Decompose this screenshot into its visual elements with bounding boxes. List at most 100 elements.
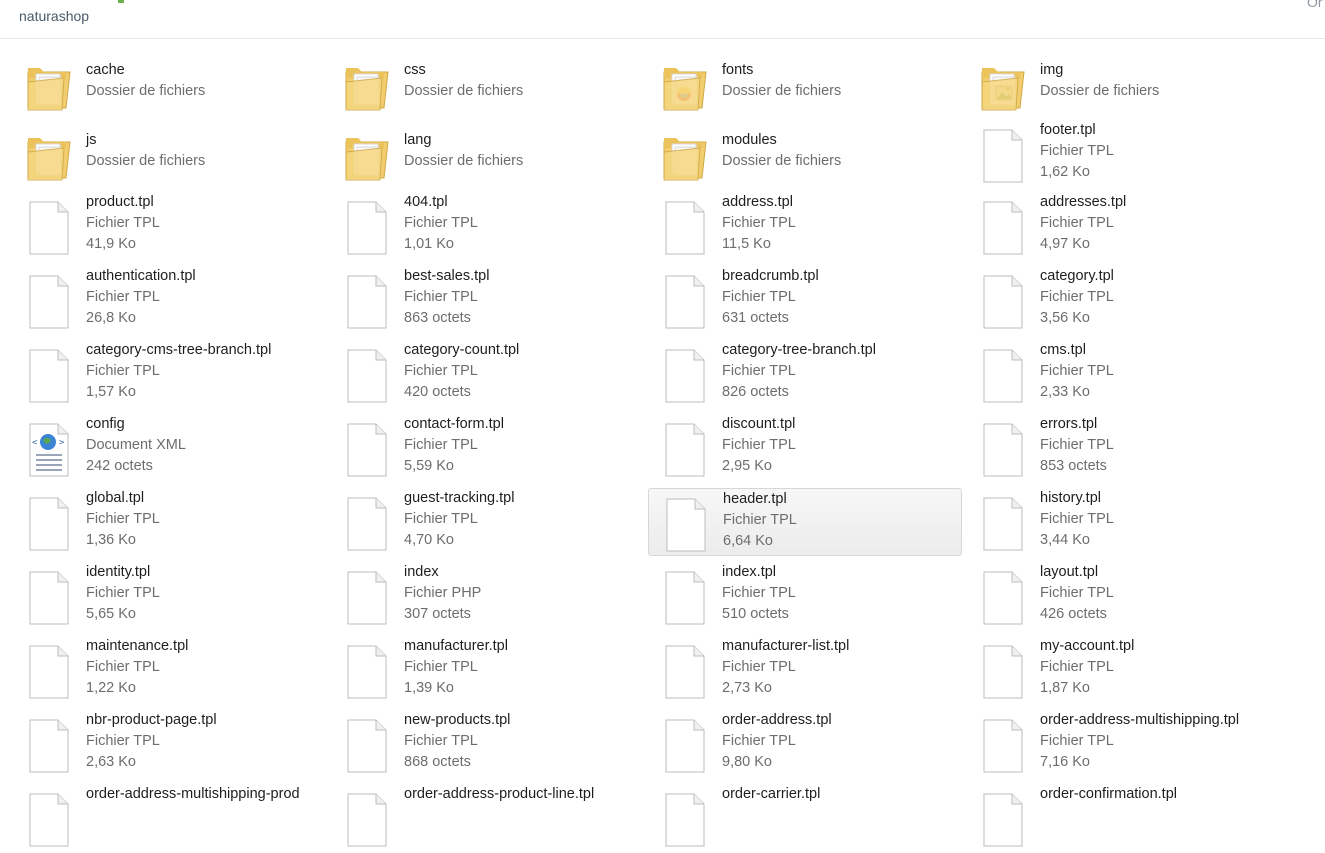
item-name: nbr-product-page.tpl [86, 712, 217, 728]
item-type: Fichier TPL [404, 733, 478, 749]
item-type: Fichier TPL [1040, 143, 1114, 159]
file-item-global-tpl[interactable]: global.tpl Fichier TPL 1,36 Ko [12, 488, 326, 556]
file-item-best-sales-tpl[interactable]: best-sales.tpl Fichier TPL 863 octets [330, 266, 644, 334]
file-item-index[interactable]: index Fichier PHP 307 octets [330, 562, 644, 630]
file-item-identity-tpl[interactable]: identity.tpl Fichier TPL 5,65 Ko [12, 562, 326, 630]
item-name: fonts [722, 62, 754, 78]
file-item-nbr-product-page-tpl[interactable]: nbr-product-page.tpl Fichier TPL 2,63 Ko [12, 710, 326, 778]
item-name: index.tpl [722, 564, 777, 580]
item-size: 1,57 Ko [86, 384, 136, 400]
item-name: manufacturer.tpl [404, 638, 508, 654]
item-type: Fichier TPL [404, 215, 478, 231]
folder-item-js[interactable]: js Dossier de fichiers [12, 120, 326, 188]
file-icon [980, 422, 1026, 478]
file-item-manufacturer-list-tpl[interactable]: manufacturer-list.tpl Fichier TPL 2,73 Ko [648, 636, 962, 704]
item-name: index [404, 564, 439, 580]
item-size: 2,95 Ko [722, 458, 772, 474]
folder-icon [26, 128, 72, 184]
folder-item-css[interactable]: css Dossier de fichiers [330, 50, 644, 118]
file-item-category-cms-tree-branch-tpl[interactable]: category-cms-tree-branch.tpl Fichier TPL 1… [12, 340, 326, 408]
folder-item-modules[interactable]: modules Dossier de fichiers [648, 120, 962, 188]
file-item-order-address-multishipping-tpl[interactable]: order-address-multishipping.tpl Fichier T… [966, 710, 1280, 778]
file-icon [344, 570, 390, 626]
item-size: 41,9 Ko [86, 236, 136, 252]
file-item-manufacturer-tpl[interactable]: manufacturer.tpl Fichier TPL 1,39 Ko [330, 636, 644, 704]
file-item-history-tpl[interactable]: history.tpl Fichier TPL 3,44 Ko [966, 488, 1280, 556]
item-type: Fichier TPL [404, 437, 478, 453]
file-icon [662, 422, 708, 478]
file-item-index-tpl[interactable]: index.tpl Fichier TPL 510 octets [648, 562, 962, 630]
file-icon [980, 348, 1026, 404]
file-item-404-tpl[interactable]: 404.tpl Fichier TPL 1,01 Ko [330, 192, 644, 260]
file-item-guest-tracking-tpl[interactable]: guest-tracking.tpl Fichier TPL 4,70 Ko [330, 488, 644, 556]
file-item-layout-tpl[interactable]: layout.tpl Fichier TPL 426 octets [966, 562, 1280, 630]
file-icon [344, 496, 390, 552]
item-name: order-address-multishipping-prod [86, 786, 300, 802]
file-icon [980, 200, 1026, 256]
item-type: Fichier TPL [86, 733, 160, 749]
folder-item-img[interactable]: img Dossier de fichiers [966, 50, 1280, 118]
item-name: discount.tpl [722, 416, 796, 432]
file-icon [26, 274, 72, 330]
item-name: my-account.tpl [1040, 638, 1135, 654]
file-item-category-count-tpl[interactable]: category-count.tpl Fichier TPL 420 octets [330, 340, 644, 408]
item-size: 242 octets [86, 458, 153, 474]
item-name: 404.tpl [404, 194, 448, 210]
file-icon [663, 497, 709, 553]
folder-item-lang[interactable]: lang Dossier de fichiers [330, 120, 644, 188]
item-name: breadcrumb.tpl [722, 268, 819, 284]
item-name: js [86, 132, 97, 148]
file-item-new-products-tpl[interactable]: new-products.tpl Fichier TPL 868 octets [330, 710, 644, 778]
folder-icon [344, 128, 390, 184]
file-item-order-address-multishipping-prod[interactable]: order-address-multishipping-prod [12, 784, 326, 852]
file-icon [26, 718, 72, 774]
file-item-product-tpl[interactable]: product.tpl Fichier TPL 41,9 Ko [12, 192, 326, 260]
file-item-order-confirmation-tpl[interactable]: order-confirmation.tpl [966, 784, 1280, 852]
file-icon [662, 792, 708, 848]
item-name: footer.tpl [1040, 122, 1096, 138]
item-size: 4,97 Ko [1040, 236, 1090, 252]
item-size: 11,5 Ko [722, 236, 771, 252]
folder-item-cache[interactable]: cache Dossier de fichiers [12, 50, 326, 118]
item-name: order-address-product-line.tpl [404, 786, 595, 802]
item-name: order-address-multishipping.tpl [1040, 712, 1240, 728]
file-icon [26, 200, 72, 256]
file-icon [344, 718, 390, 774]
folder-icon [26, 58, 72, 114]
item-type: Fichier TPL [722, 289, 796, 305]
file-item-maintenance-tpl[interactable]: maintenance.tpl Fichier TPL 1,22 Ko [12, 636, 326, 704]
item-name: category-tree-branch.tpl [722, 342, 876, 358]
file-item-contact-form-tpl[interactable]: contact-form.tpl Fichier TPL 5,59 Ko [330, 414, 644, 482]
item-name: manufacturer-list.tpl [722, 638, 850, 654]
file-item-discount-tpl[interactable]: discount.tpl Fichier TPL 2,95 Ko [648, 414, 962, 482]
file-item-cms-tpl[interactable]: cms.tpl Fichier TPL 2,33 Ko [966, 340, 1280, 408]
file-item-category-tpl[interactable]: category.tpl Fichier TPL 3,56 Ko [966, 266, 1280, 334]
file-item-address-tpl[interactable]: address.tpl Fichier TPL 11,5 Ko [648, 192, 962, 260]
file-item-order-address-tpl[interactable]: order-address.tpl Fichier TPL 9,80 Ko [648, 710, 962, 778]
folder-item-fonts[interactable]: fonts Dossier de fichiers [648, 50, 962, 118]
item-type: Dossier de fichiers [404, 153, 524, 169]
item-type: Fichier TPL [86, 215, 160, 231]
file-item-authentication-tpl[interactable]: authentication.tpl Fichier TPL 26,8 Ko [12, 266, 326, 334]
file-item-category-tree-branch-tpl[interactable]: category-tree-branch.tpl Fichier TPL 826 o… [648, 340, 962, 408]
file-item-header-tpl[interactable]: header.tpl Fichier TPL 6,64 Ko [648, 488, 962, 556]
item-size: 1,87 Ko [1040, 680, 1090, 696]
file-item-order-address-product-line-tpl[interactable]: order-address-product-line.tpl [330, 784, 644, 852]
file-item-my-account-tpl[interactable]: my-account.tpl Fichier TPL 1,87 Ko [966, 636, 1280, 704]
item-type: Fichier TPL [404, 289, 478, 305]
item-size: 1,39 Ko [404, 680, 454, 696]
file-item-footer-tpl[interactable]: footer.tpl Fichier TPL 1,62 Ko [966, 120, 1280, 188]
item-type: Fichier TPL [1040, 363, 1114, 379]
item-size: 307 octets [404, 606, 471, 622]
file-item-config[interactable]: < > config Document XML 242 octets [12, 414, 326, 482]
file-icon [344, 422, 390, 478]
file-item-breadcrumb-tpl[interactable]: breadcrumb.tpl Fichier TPL 631 octets [648, 266, 962, 334]
item-size: 2,73 Ko [722, 680, 772, 696]
file-item-addresses-tpl[interactable]: addresses.tpl Fichier TPL 4,97 Ko [966, 192, 1280, 260]
item-size: 853 octets [1040, 458, 1107, 474]
file-item-errors-tpl[interactable]: errors.tpl Fichier TPL 853 octets [966, 414, 1280, 482]
item-type: Dossier de fichiers [86, 153, 206, 169]
item-name: modules [722, 132, 777, 148]
file-item-order-carrier-tpl[interactable]: order-carrier.tpl [648, 784, 962, 852]
file-icon [980, 128, 1026, 184]
